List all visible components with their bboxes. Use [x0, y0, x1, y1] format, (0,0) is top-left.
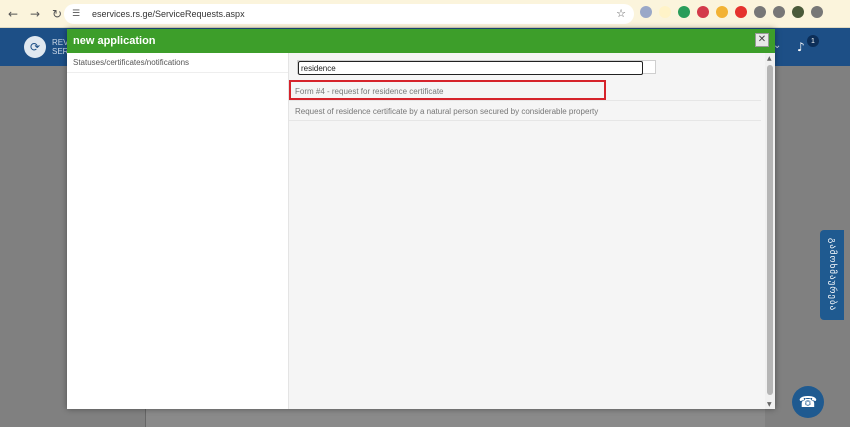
- site-name-line1: REV: [52, 38, 69, 47]
- highlight-annotation: [289, 80, 606, 100]
- service-results-pane: Form #4 - request for residence certific…: [289, 53, 775, 409]
- new-application-dialog: new application ✕ Statuses/certificates/…: [67, 29, 775, 409]
- url-text[interactable]: eservices.rs.ge/ServiceRequests.aspx: [92, 9, 245, 19]
- site-info-icon[interactable]: ☰: [72, 9, 84, 19]
- support-chat-button[interactable]: ☎: [792, 386, 824, 418]
- dialog-body: Statuses/certificates/notifications Form…: [67, 53, 775, 409]
- scroll-thumb[interactable]: [767, 65, 773, 395]
- feedback-side-tab[interactable]: გამოხმაურება: [820, 230, 844, 320]
- headset-icon: ☎: [798, 393, 818, 411]
- shield-extension-icon[interactable]: [640, 6, 652, 18]
- forward-icon[interactable]: →: [26, 5, 44, 23]
- result-item-considerable-property[interactable]: Request of residence certificate by a na…: [289, 101, 761, 121]
- bell-icon[interactable]: ♪: [797, 40, 805, 54]
- search-container: [297, 60, 656, 75]
- dialog-header: new application ✕: [67, 29, 775, 53]
- address-bar[interactable]: ☰ eservices.rs.ge/ServiceRequests.aspx ☆: [64, 4, 634, 24]
- media-control-icon[interactable]: [773, 6, 785, 18]
- profile-avatar-icon[interactable]: [792, 6, 804, 18]
- feedback-label: გამოხმაურება: [827, 238, 837, 312]
- site-name-line2: SER: [52, 47, 69, 56]
- notification-badge: 1: [807, 35, 819, 47]
- puzzle-extensions-icon[interactable]: [754, 6, 766, 18]
- dialog-title: new application: [73, 35, 156, 47]
- scroll-up-icon[interactable]: ▲: [767, 55, 772, 62]
- opera-extension-icon[interactable]: [735, 6, 747, 18]
- yellow-extension-icon[interactable]: [716, 6, 728, 18]
- back-icon[interactable]: ←: [4, 5, 22, 23]
- bookmark-star-icon[interactable]: ☆: [616, 7, 626, 20]
- blank-extension-icon[interactable]: [659, 6, 671, 18]
- site-name: REV SER: [52, 38, 68, 56]
- close-button[interactable]: ✕: [755, 33, 769, 47]
- red-extension-icon[interactable]: [697, 6, 709, 18]
- extension-icons: [640, 6, 823, 18]
- scrollbar[interactable]: ▲ ▼: [765, 53, 775, 409]
- browser-toolbar: ← → ↻ ☰ eservices.rs.ge/ServiceRequests.…: [0, 0, 850, 28]
- menu-kebab-icon[interactable]: [811, 6, 823, 18]
- category-list: Statuses/certificates/notifications: [67, 53, 289, 409]
- grammar-extension-icon[interactable]: [678, 6, 690, 18]
- site-logo[interactable]: ⟳: [24, 36, 46, 58]
- background-panel: [145, 408, 765, 427]
- category-item-statuses[interactable]: Statuses/certificates/notifications: [67, 53, 288, 73]
- scroll-down-icon[interactable]: ▼: [767, 401, 772, 408]
- search-input[interactable]: [298, 61, 643, 75]
